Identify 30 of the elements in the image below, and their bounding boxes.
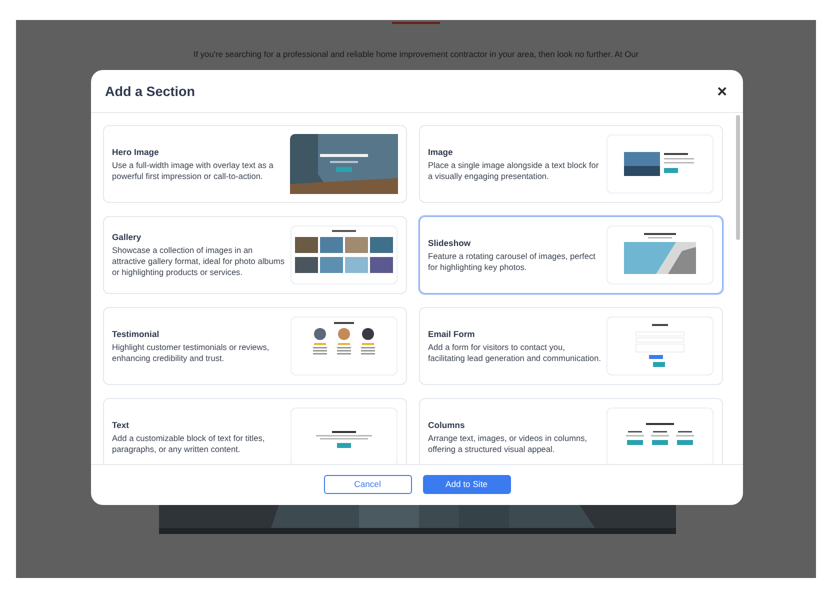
cancel-button[interactable]: Cancel xyxy=(324,474,412,494)
section-description: Highlight customer testimonials or reviews, enhancing credibility and trust. xyxy=(112,342,270,364)
section-description: Place a single image alongside a text block for a visually engaging presentation. xyxy=(428,160,600,182)
section-description: Feature a rotating carousel of images, perfect for highlighting key photos. xyxy=(428,250,596,272)
section-title: Testimonial xyxy=(112,328,160,338)
section-title: Gallery xyxy=(112,232,142,242)
section-description: Add a customizable block of text for titles, paragraphs, or any written content. xyxy=(112,432,266,454)
section-title: Image xyxy=(428,146,454,156)
close-button[interactable]: × xyxy=(713,82,731,100)
section-card[interactable]: Image Place a single image alongside a text block for a visually engaging presentation. xyxy=(419,125,723,203)
scrollbar[interactable] xyxy=(736,115,740,240)
section-title: Hero Image xyxy=(112,146,160,156)
section-description: Use a full-width image with overlay text as a powerful first impression or call-to-action. xyxy=(112,160,274,182)
intro-paragraph: If you're searching for a professional and reliable home improvement contractor in your area, then look no further. At Our xyxy=(193,48,639,61)
section-description: Add a form for visitors to contact you, facilitating lead generation and communication. xyxy=(428,342,602,364)
section-title: Columns xyxy=(428,420,466,430)
section-title: Text xyxy=(112,420,130,430)
section-card[interactable]: Gallery Showcase a collection of images in an attractive gallery format, ideal for photo albums or highlighting products or services. xyxy=(103,216,407,294)
section-card[interactable]: Testimonial Highlight customer testimonials or reviews, enhancing credibility and trust. xyxy=(103,307,407,385)
section-card[interactable]: Text Add a customizable block of text for titles, paragraphs, or any written content. xyxy=(103,398,407,464)
add-button[interactable]: Add to Site xyxy=(422,474,510,494)
section-card[interactable]: Columns Arrange text, images, or videos in columns, offering a structured visual appeal. xyxy=(419,398,723,464)
section-description: Showcase a collection of images in an attractive gallery format, ideal for photo albums or highlighting products or services. xyxy=(112,245,286,278)
section-card[interactable]: Slideshow Feature a rotating carousel of images, perfect for highlighting key photos. xyxy=(419,216,723,294)
section-description: Arrange text, images, or videos in columns, offering a structured visual appeal. xyxy=(428,432,588,454)
section-card[interactable]: Hero Image Use a full-width image with overlay text as a powerful first impression or call-to-action. xyxy=(103,125,407,203)
dialog-title: Add a Section xyxy=(105,84,196,98)
section-card[interactable]: Email Form Add a form for visitors to contact you, facilitating lead generation and communication. xyxy=(419,307,723,385)
section-title: Email Form xyxy=(428,328,476,338)
section-title: Slideshow xyxy=(428,238,472,248)
